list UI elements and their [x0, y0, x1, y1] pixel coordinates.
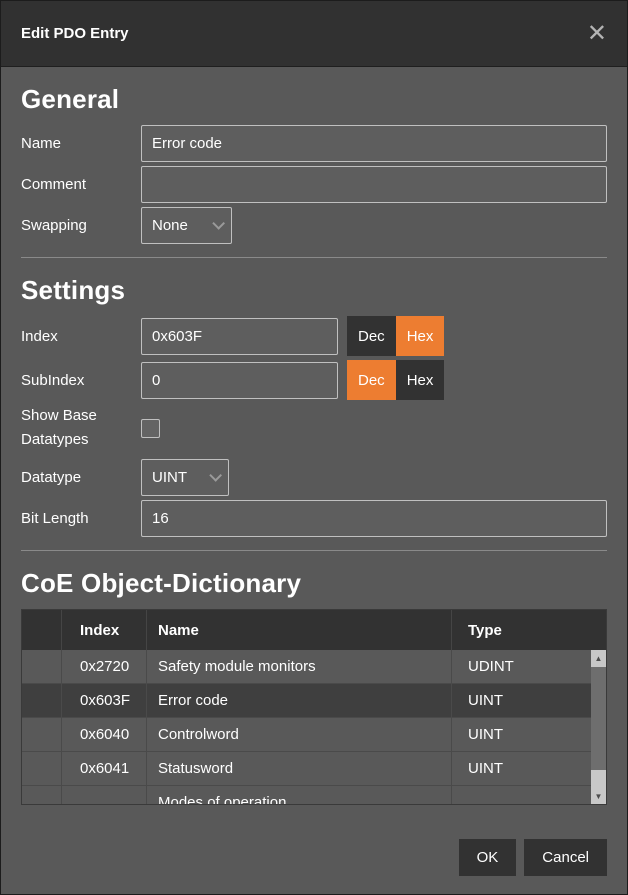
coe-object-table: Index Name Type 0x2720Safety module moni… — [21, 609, 607, 805]
scroll-down-arrow-icon[interactable]: ▼ — [591, 788, 606, 804]
bit-length-label: Bit Length — [21, 510, 141, 527]
header-index-cell: Index — [62, 610, 147, 650]
subindex-label: SubIndex — [21, 372, 141, 389]
header-marker-cell — [22, 610, 62, 650]
subindex-dec-button[interactable]: Dec — [347, 360, 396, 400]
table-row[interactable]: Modes of operation — [22, 786, 606, 804]
ok-button[interactable]: OK — [459, 839, 517, 876]
swapping-row: Swapping None — [21, 207, 607, 244]
name-cell: Safety module monitors — [147, 650, 452, 684]
subindex-row: SubIndex Dec Hex — [21, 360, 607, 400]
index-cell: 0x603F — [62, 684, 147, 718]
index-label: Index — [21, 328, 141, 345]
scrollbar-thumb[interactable] — [591, 667, 606, 770]
cancel-button[interactable]: Cancel — [524, 839, 607, 876]
index-dec-button[interactable]: Dec — [347, 316, 396, 356]
datatype-dropdown[interactable]: UINT — [141, 459, 229, 496]
index-cell: 0x6041 — [62, 752, 147, 786]
swapping-label: Swapping — [21, 217, 141, 234]
settings-heading: Settings — [21, 275, 607, 306]
header-name-cell: Name — [147, 610, 452, 650]
index-cell — [62, 786, 147, 804]
bit-length-row: Bit Length — [21, 500, 607, 537]
chevron-down-icon — [209, 469, 222, 482]
comment-label: Comment — [21, 176, 141, 193]
name-cell: Statusword — [147, 752, 452, 786]
title-bar: Edit PDO Entry ✕ — [1, 1, 627, 67]
table-header-row: Index Name Type — [22, 610, 606, 650]
type-cell: UDINT — [452, 650, 606, 684]
show-base-label: Show Base Datatypes — [21, 404, 141, 452]
header-type-cell: Type — [452, 610, 606, 650]
table-row[interactable]: 0x6040ControlwordUINT — [22, 718, 606, 752]
row-marker-cell — [22, 684, 62, 718]
scroll-up-arrow-icon[interactable]: ▲ — [591, 650, 606, 666]
row-marker-cell — [22, 786, 62, 804]
coe-heading: CoE Object-Dictionary — [21, 568, 607, 599]
name-cell: Controlword — [147, 718, 452, 752]
type-cell: UINT — [452, 752, 606, 786]
type-cell — [452, 786, 606, 804]
section-divider — [21, 550, 607, 551]
name-row: Name — [21, 125, 607, 162]
dialog-footer: OK Cancel — [1, 839, 627, 876]
general-heading: General — [21, 84, 607, 115]
name-cell: Error code — [147, 684, 452, 718]
close-icon[interactable]: ✕ — [587, 22, 607, 46]
edit-pdo-entry-dialog: Edit PDO Entry ✕ General Name Comment Sw… — [0, 0, 628, 895]
chevron-down-icon — [212, 217, 225, 230]
datatype-selected-value: UINT — [152, 469, 187, 486]
row-marker-cell — [22, 650, 62, 684]
section-divider — [21, 257, 607, 258]
dialog-content: General Name Comment Swapping None Setti… — [1, 67, 627, 805]
show-base-checkbox[interactable] — [141, 419, 160, 438]
table-row[interactable]: 0x603FError codeUINT — [22, 684, 606, 718]
index-input[interactable] — [141, 318, 338, 355]
comment-row: Comment — [21, 166, 607, 203]
datatype-label: Datatype — [21, 469, 141, 486]
table-scrollbar[interactable]: ▲ ▼ — [591, 650, 606, 804]
index-cell: 0x6040 — [62, 718, 147, 752]
subindex-input[interactable] — [141, 362, 338, 399]
name-input[interactable] — [141, 125, 607, 162]
table-body: 0x2720Safety module monitorsUDINT0x603FE… — [22, 650, 606, 804]
show-base-row: Show Base Datatypes — [21, 404, 607, 452]
swapping-selected-value: None — [152, 217, 188, 234]
table-row[interactable]: 0x2720Safety module monitorsUDINT — [22, 650, 606, 684]
datatype-row: Datatype UINT — [21, 459, 607, 496]
swapping-dropdown[interactable]: None — [141, 207, 232, 244]
bit-length-input[interactable] — [141, 500, 607, 537]
index-row: Index Dec Hex — [21, 316, 607, 356]
type-cell: UINT — [452, 684, 606, 718]
row-marker-cell — [22, 718, 62, 752]
comment-input[interactable] — [141, 166, 607, 203]
name-label: Name — [21, 135, 141, 152]
type-cell: UINT — [452, 718, 606, 752]
index-hex-button[interactable]: Hex — [396, 316, 445, 356]
dialog-title: Edit PDO Entry — [21, 25, 129, 42]
table-row[interactable]: 0x6041StatuswordUINT — [22, 752, 606, 786]
subindex-hex-button[interactable]: Hex — [396, 360, 445, 400]
name-cell: Modes of operation — [147, 786, 452, 804]
row-marker-cell — [22, 752, 62, 786]
index-cell: 0x2720 — [62, 650, 147, 684]
